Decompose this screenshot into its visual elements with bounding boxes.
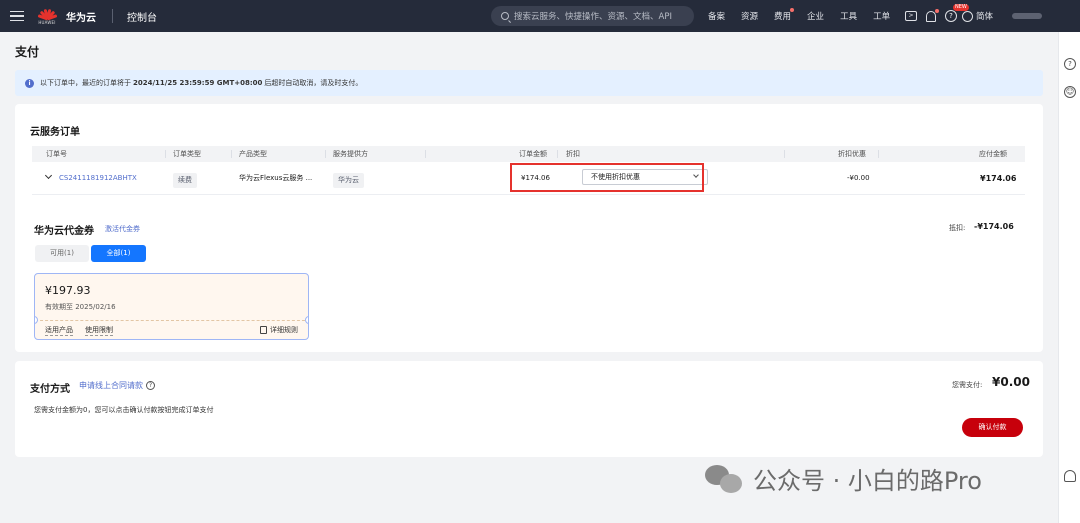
coupon-tabs: 可用(1) 全部(1) xyxy=(35,245,146,262)
detailed-rules-link[interactable]: 详细规则 xyxy=(260,325,298,335)
payment-card: 支付方式 申请线上合同请款? 您需支付: ¥0.00 您需支付金额为0，您可以点… xyxy=(15,361,1043,457)
deduct-label: 抵扣: xyxy=(949,224,966,232)
document-icon xyxy=(260,326,267,334)
payable-amount: ¥174.06 xyxy=(980,174,1017,183)
activate-coupon-link[interactable]: 激活代金券 xyxy=(105,224,140,234)
payment-title: 支付方式 xyxy=(30,384,70,395)
orders-card: 云服务订单 订单号 订单类型 产品类型 服务提供方 订单金额 折扣 折扣优惠 应… xyxy=(15,104,1043,352)
console-link[interactable]: 控制台 xyxy=(127,9,157,24)
payment-description: 您需支付金额为0，您可以点击确认付款按钮完成订单支付 xyxy=(34,406,214,414)
applicable-products-link[interactable]: 适用产品 xyxy=(45,325,73,336)
coupon-amount: ¥197.93 xyxy=(45,284,91,297)
huawei-flower-icon xyxy=(37,7,58,21)
feedback-smile-icon[interactable]: ☺ xyxy=(1064,86,1076,98)
col-payable: 应付金额 xyxy=(979,150,1007,158)
col-product-type: 产品类型 xyxy=(239,150,267,158)
confirm-payment-button[interactable]: 确认付款 xyxy=(962,418,1023,437)
wechat-icon xyxy=(705,463,745,495)
orders-table-header: 订单号 订单类型 产品类型 服务提供方 订单金额 折扣 折扣优惠 应付金额 xyxy=(32,146,1025,162)
orders-title: 云服务订单 xyxy=(30,127,80,138)
top-nav-links: 备案 资源 费用 企业 工具 工单 xyxy=(708,0,906,32)
deduct-value: -¥174.06 xyxy=(974,222,1014,231)
col-order-type: 订单类型 xyxy=(173,150,201,158)
brand-name[interactable]: 华为云 xyxy=(66,9,96,24)
notice-suffix: 后超时自动取消，请及时支付。 xyxy=(264,79,363,87)
search-placeholder: 搜索云服务、快捷操作、资源、文档、API xyxy=(514,12,672,22)
user-account-blurred[interactable] xyxy=(1012,13,1043,19)
usage-limits-link[interactable]: 使用限制 xyxy=(85,325,113,336)
help-icon[interactable]: ? xyxy=(146,381,155,390)
apply-contract-link[interactable]: 申请线上合同请款 xyxy=(79,381,143,390)
notice-prefix: 以下订单中，最近的订单将于 xyxy=(40,79,131,87)
tab-available[interactable]: 可用(1) xyxy=(35,245,89,262)
top-icons: > ? NEW 简体 xyxy=(905,0,1043,32)
help-icon[interactable]: ? NEW xyxy=(945,4,969,22)
terminal-icon[interactable]: > xyxy=(905,11,917,21)
coupon-notch xyxy=(35,316,38,324)
globe-icon xyxy=(962,10,973,22)
nav-tools[interactable]: 工具 xyxy=(840,10,857,22)
col-discount-off: 折扣优惠 xyxy=(838,150,866,158)
nav-billing[interactable]: 费用 xyxy=(774,8,795,22)
provider-tag: 华为云 xyxy=(333,173,364,188)
row-expand[interactable]: CS2411181912ABHTX xyxy=(44,162,137,195)
nav-beian[interactable]: 备案 xyxy=(708,10,725,22)
language-switch[interactable]: 简体 xyxy=(962,10,993,22)
coupon-expiry: 有效期至 2025/02/16 xyxy=(45,303,116,311)
divider xyxy=(112,9,113,23)
watermark: 公众号 · 小白的路Pro xyxy=(705,461,982,496)
col-discount: 折扣 xyxy=(566,150,580,158)
nav-tickets[interactable]: 工单 xyxy=(873,10,890,22)
tab-all[interactable]: 全部(1) xyxy=(91,245,146,262)
bell-icon[interactable] xyxy=(926,8,939,22)
contract-link-wrap: 申请线上合同请款? xyxy=(79,380,155,391)
search-input[interactable]: 搜索云服务、快捷操作、资源、文档、API xyxy=(491,6,694,26)
col-order-no: 订单号 xyxy=(46,150,67,158)
chevron-down-icon xyxy=(44,171,53,180)
language-label: 简体 xyxy=(976,12,994,22)
coupons-title: 华为云代金券 xyxy=(34,226,94,237)
new-badge: NEW xyxy=(953,4,969,11)
discount-off-value: -¥0.00 xyxy=(847,174,870,182)
need-pay-value: ¥0.00 xyxy=(992,375,1030,389)
headset-icon[interactable] xyxy=(1064,470,1076,482)
product-type: 华为云Flexus云服务 ... xyxy=(239,174,313,182)
coupon-divider xyxy=(35,320,308,321)
huawei-logo[interactable]: HUAWEI xyxy=(37,7,58,25)
notice-time: 2024/11/25 23:59:59 GMT+08:00 xyxy=(133,79,263,87)
question-icon[interactable]: ? xyxy=(1064,58,1076,70)
nav-resources[interactable]: 资源 xyxy=(741,10,758,22)
top-navigation-bar: HUAWEI 华为云 控制台 搜索云服务、快捷操作、资源、文档、API 备案 资… xyxy=(0,0,1080,32)
watermark-text: 公众号 · 小白的路Pro xyxy=(753,467,982,495)
order-number-link[interactable]: CS2411181912ABHTX xyxy=(59,174,137,182)
highlight-box xyxy=(510,163,704,192)
detailed-rules-label: 详细规则 xyxy=(270,326,298,334)
menu-icon[interactable] xyxy=(10,10,24,22)
timeout-notice: i 以下订单中，最近的订单将于 2024/11/25 23:59:59 GMT+… xyxy=(15,70,1043,96)
logo-text: HUAWEI xyxy=(38,20,56,25)
info-icon: i xyxy=(25,78,34,88)
page-title: 支付 xyxy=(15,45,40,59)
nav-enterprise[interactable]: 企业 xyxy=(807,10,824,22)
coupon-card[interactable]: ¥197.93 有效期至 2025/02/16 适用产品 使用限制 详细规则 xyxy=(34,273,309,340)
search-icon xyxy=(501,12,509,20)
col-provider: 服务提供方 xyxy=(333,150,368,158)
col-order-amount: 订单金额 xyxy=(519,150,547,158)
coupon-notch xyxy=(305,316,308,324)
need-pay-label: 您需支付: xyxy=(952,381,983,389)
right-floating-rail: ? ☺ xyxy=(1058,32,1080,523)
order-type-tag: 续费 xyxy=(173,173,197,188)
